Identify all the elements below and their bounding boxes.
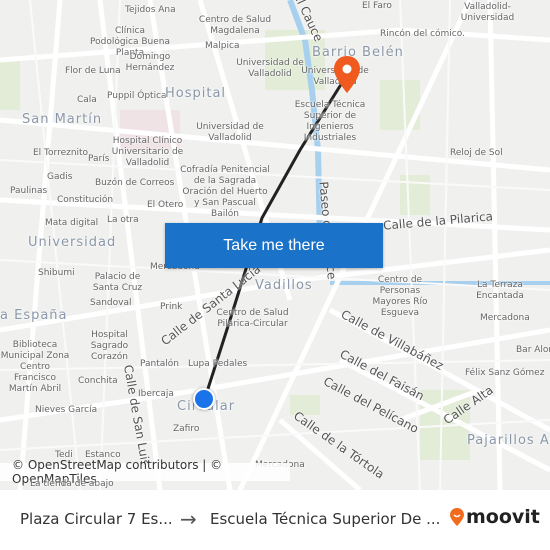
district-label: Vadillos	[255, 278, 313, 293]
map-label: Tejidos Ana	[125, 5, 176, 15]
map-label: Conchita	[78, 376, 118, 386]
map-label: Mercadona	[480, 313, 530, 323]
map-label: La otra	[107, 215, 139, 225]
map-label: Prink	[160, 302, 183, 312]
map-label: Hospital Clínico Universitario de Vallad…	[111, 136, 184, 168]
map-label: Palacio de Santa Cruz	[92, 272, 143, 293]
map-label: Nieves García	[35, 405, 98, 415]
map-label: Buzón de Correos	[95, 178, 175, 188]
district-label: San Martín	[22, 112, 103, 127]
map-label: Malpica	[205, 41, 240, 51]
map-label: París	[88, 154, 110, 164]
map-label: La Terraza Encantada	[476, 280, 524, 301]
map-label: Cofradía Penitencial de la Sagrada Oraci…	[180, 165, 270, 219]
map-label: Pantalón	[140, 359, 179, 369]
map-label: Flor de Luna	[65, 66, 121, 76]
arrow-right-icon: →	[180, 507, 197, 531]
map-label: Shibumi	[38, 268, 75, 278]
map-label: Universidad de Valladolid	[236, 58, 304, 79]
map-label: Lupa Pedales	[188, 359, 248, 369]
moovit-pin-icon	[450, 508, 464, 526]
district-label: Universidad	[28, 235, 117, 250]
origin-dot-icon[interactable]	[193, 388, 215, 410]
district-label: Pajarillos Al	[467, 433, 550, 448]
map-label: Puppil Óptica	[107, 91, 167, 101]
map-label: El Faro	[362, 1, 392, 11]
map-label: Domingo Hernández	[125, 52, 175, 73]
map-label: Universidad de Valladolid	[196, 122, 264, 143]
map-label: Escuela Técnica Superior de Ingenieros I…	[294, 100, 366, 143]
map-label: Cala	[77, 95, 97, 105]
map-label: La tienda de abajo	[30, 479, 114, 489]
map-label: Biblioteca Municipal Zona Centro Francis…	[0, 340, 70, 394]
map-label: Bar Alon	[516, 345, 550, 355]
moovit-logo: moovit	[450, 506, 540, 528]
map-label: Constitución	[57, 195, 114, 205]
map-label: El Otero	[147, 200, 184, 210]
take-me-there-button[interactable]: Take me there	[165, 223, 383, 268]
map-label: Hospital Sagrado Corazón	[90, 330, 129, 362]
map-label: Reloj de Sol	[450, 148, 503, 158]
map-pin-icon[interactable]	[332, 55, 362, 95]
map-label: Félix Sanz Gómez	[465, 368, 545, 378]
origin-name: Plaza Circular 7 Es...	[20, 510, 173, 528]
map-label: Centro de Personas Mayores Río Esgueva	[372, 275, 428, 318]
map-label: Centro de Salud Pilarica-Circular	[216, 308, 289, 329]
district-label: a España	[0, 308, 68, 323]
map-label: Mata digital	[45, 218, 99, 228]
map-label: Paulinas	[10, 186, 48, 196]
map-label: Ibercaja	[138, 389, 174, 399]
map-label: Valladolid-Universidad	[460, 2, 515, 23]
map[interactable]: Tejidos Ana Centro de Salud Magdalena Cl…	[0, 0, 550, 490]
map-label: Sandoval	[90, 298, 132, 308]
moovit-logo-text: moovit	[466, 506, 540, 528]
map-label: Zafiro	[173, 424, 200, 434]
destination-name: Escuela Técnica Superior De ...	[210, 510, 441, 528]
map-label: Centro de Salud Magdalena	[198, 15, 272, 36]
district-label: Hospital	[165, 86, 227, 101]
map-label: Rincón del cómico.	[380, 29, 465, 39]
map-label: El Torreznito	[33, 148, 89, 158]
map-label: Gadis	[47, 172, 73, 182]
route-footer: Plaza Circular 7 Es... → Escuela Técnica…	[0, 490, 550, 550]
